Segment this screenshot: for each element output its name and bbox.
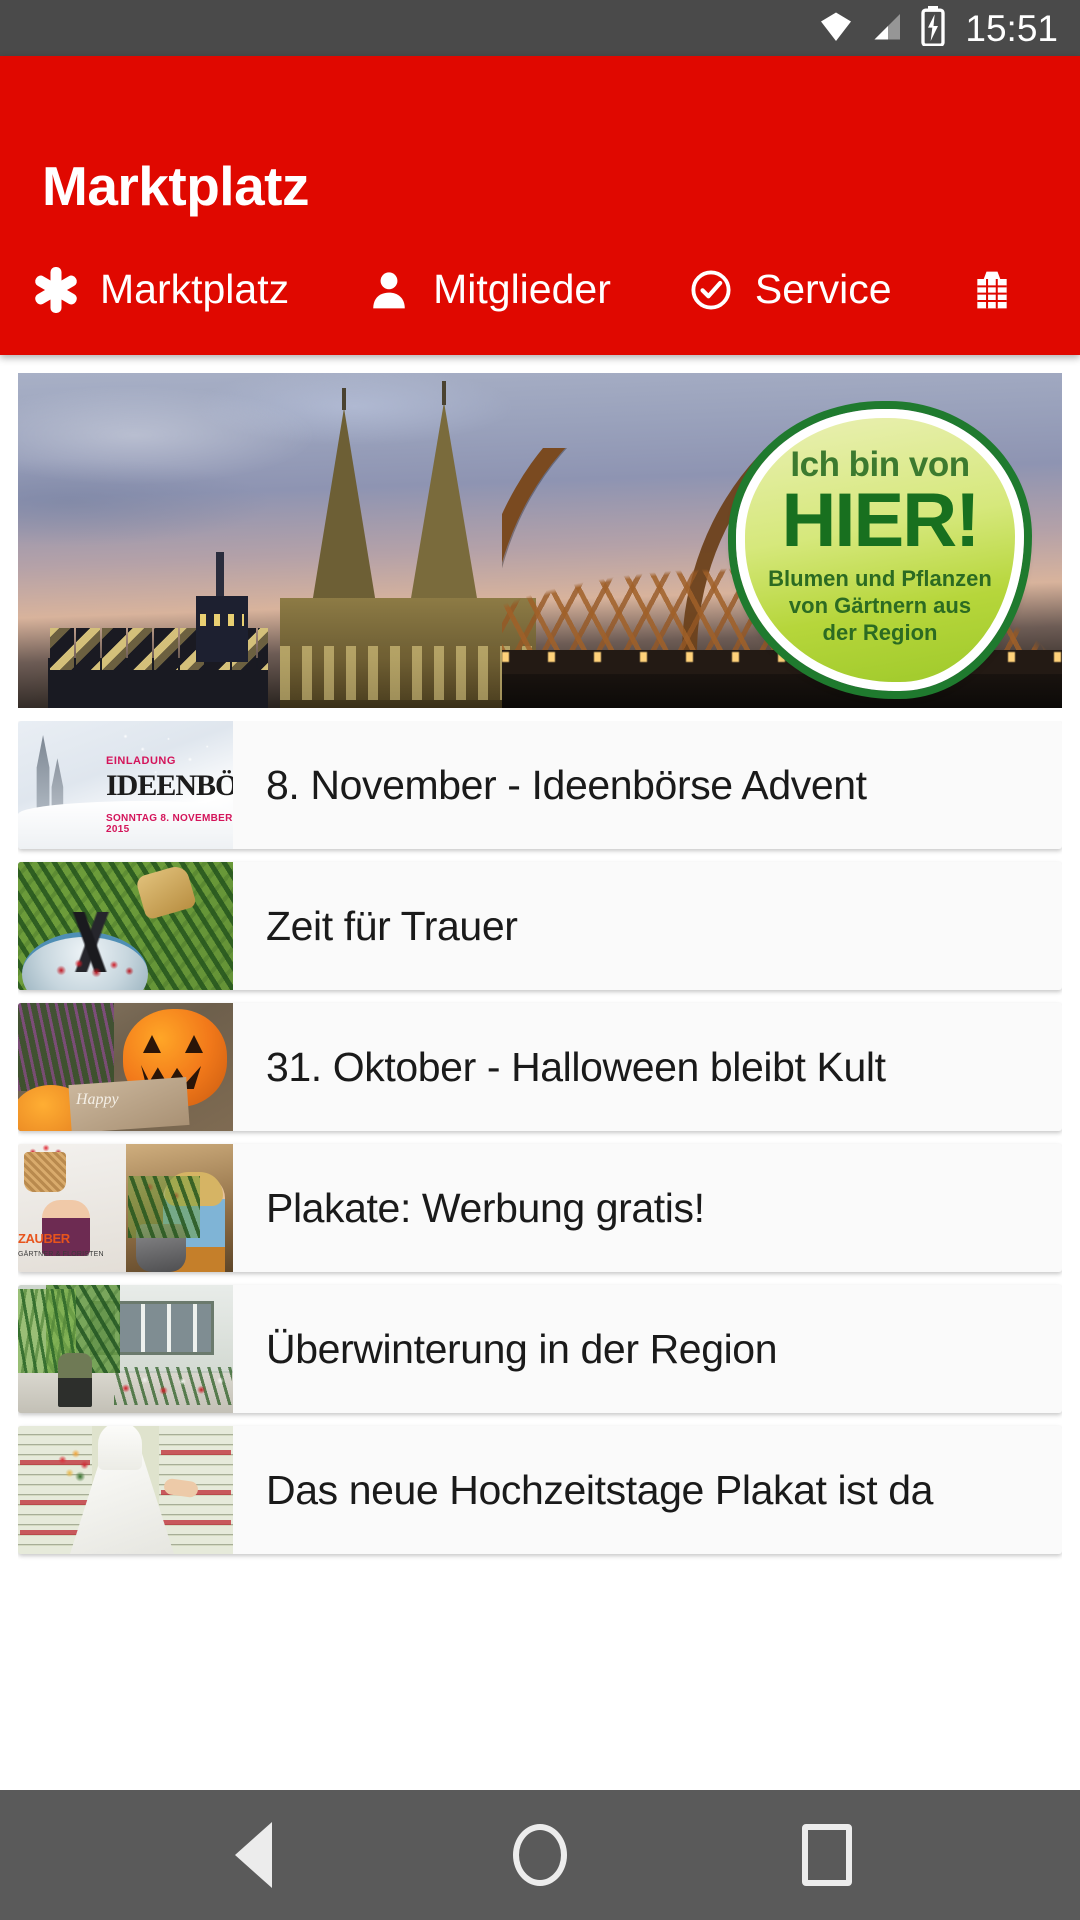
tab-marktplatz-label: Marktplatz	[100, 266, 290, 312]
app-bar: Marktplatz Marktplatz Mitglieder Service	[0, 56, 1080, 355]
status-icon-group	[816, 5, 946, 51]
list-item[interactable]: EINLADUNG IDEENBÖRSE SONNTAG 8. NOVEMBER…	[18, 721, 1062, 849]
list-item-title: Überwinterung in der Region	[266, 1325, 778, 1372]
page-title: Marktplatz	[42, 155, 310, 217]
nav-recents-button[interactable]	[772, 1800, 882, 1910]
ideenboerse-advent-thumb: EINLADUNG IDEENBÖRSE SONNTAG 8. NOVEMBER…	[18, 721, 233, 849]
thumb-label-einladung: EINLADUNG	[106, 755, 176, 767]
list-item-title: Das neue Hochzeitstage Plakat ist da	[266, 1466, 934, 1513]
list-item[interactable]: ZAUBER GÄRTNER & FLORISTEN Plakate: Werb…	[18, 1144, 1062, 1272]
hero-banner[interactable]: Ich bin von HIER! Blumen und Pflanzen vo…	[18, 373, 1062, 708]
badge-line-3b: von Gärtnern aus	[788, 593, 972, 619]
tab-shop[interactable]	[970, 267, 1080, 313]
list-item-title: Plakate: Werbung gratis!	[266, 1184, 705, 1231]
list-item[interactable]: Das neue Hochzeitstage Plakat ist da	[18, 1426, 1062, 1554]
tab-service[interactable]: Service	[689, 266, 970, 313]
cologne-cathedral-illustration	[280, 381, 538, 708]
thumb-label-sonntag: SONNTAG 8. NOVEMBER 2015	[106, 813, 233, 835]
nav-home-button[interactable]	[485, 1800, 595, 1910]
asterisk-flower-icon	[33, 267, 79, 313]
triangle-back-icon	[234, 1822, 272, 1888]
list-item-title: 31. Oktober - Halloween bleibt Kult	[266, 1043, 886, 1090]
shop-building-icon	[970, 267, 1014, 313]
circle-home-icon	[512, 1824, 567, 1886]
tab-bar: Marktplatz Mitglieder Service	[0, 266, 1080, 313]
android-nav-bar	[0, 1790, 1080, 1920]
article-list: EINLADUNG IDEENBÖRSE SONNTAG 8. NOVEMBER…	[18, 721, 1062, 1790]
square-recents-icon	[801, 1824, 852, 1886]
halloween-pumpkin-thumb: Happy	[18, 1003, 233, 1131]
tab-service-label: Service	[754, 266, 892, 312]
thumb-label-zauber: ZAUBER	[18, 1231, 70, 1246]
nav-back-button[interactable]	[198, 1800, 308, 1910]
museum-roof-illustration	[48, 552, 268, 708]
content-scroll-area[interactable]: Ich bin von HIER! Blumen und Pflanzen vo…	[0, 355, 1080, 1790]
badge-line-2: HIER!	[781, 478, 981, 564]
tab-mitglieder[interactable]: Mitglieder	[367, 266, 689, 313]
person-icon	[367, 267, 411, 313]
thumb-label-gaertner: GÄRTNER & FLORISTEN	[18, 1251, 104, 1258]
list-item[interactable]: Happy 31. Oktober - Halloween bleibt Kul…	[18, 1003, 1062, 1131]
tab-marktplatz[interactable]: Marktplatz	[33, 266, 367, 313]
status-bar-clock: 15:51	[965, 7, 1058, 49]
thumb-label-happy: Happy	[76, 1091, 119, 1108]
list-item[interactable]: Überwinterung in der Region	[18, 1285, 1062, 1413]
check-circle-icon	[689, 267, 733, 313]
badge-line-3c: der Region	[822, 619, 938, 645]
tab-mitglieder-label: Mitglieder	[433, 266, 611, 312]
cell-signal-icon	[869, 8, 907, 49]
badge-line-3a: Blumen und Pflanzen	[768, 566, 992, 592]
thumb-label-ideenboerse: IDEENBÖRSE	[106, 769, 233, 802]
ueberwinterung-thumb	[18, 1285, 233, 1413]
list-item[interactable]: Zeit für Trauer	[18, 862, 1062, 990]
badge-line-1: Ich bin von	[790, 445, 970, 485]
wifi-icon	[816, 8, 856, 49]
hochzeitstage-plakat-thumb	[18, 1426, 233, 1554]
battery-charging-icon	[920, 5, 946, 51]
phone-screen: 15:51 Marktplatz Marktplatz Mitglieder S…	[0, 0, 1080, 1920]
list-item-title: 8. November - Ideenbörse Advent	[266, 761, 867, 808]
plakate-werbung-thumb: ZAUBER GÄRTNER & FLORISTEN	[18, 1144, 233, 1272]
list-item-title: Zeit für Trauer	[266, 902, 518, 949]
trauer-wreath-thumb	[18, 862, 233, 990]
status-bar: 15:51	[0, 0, 1080, 56]
